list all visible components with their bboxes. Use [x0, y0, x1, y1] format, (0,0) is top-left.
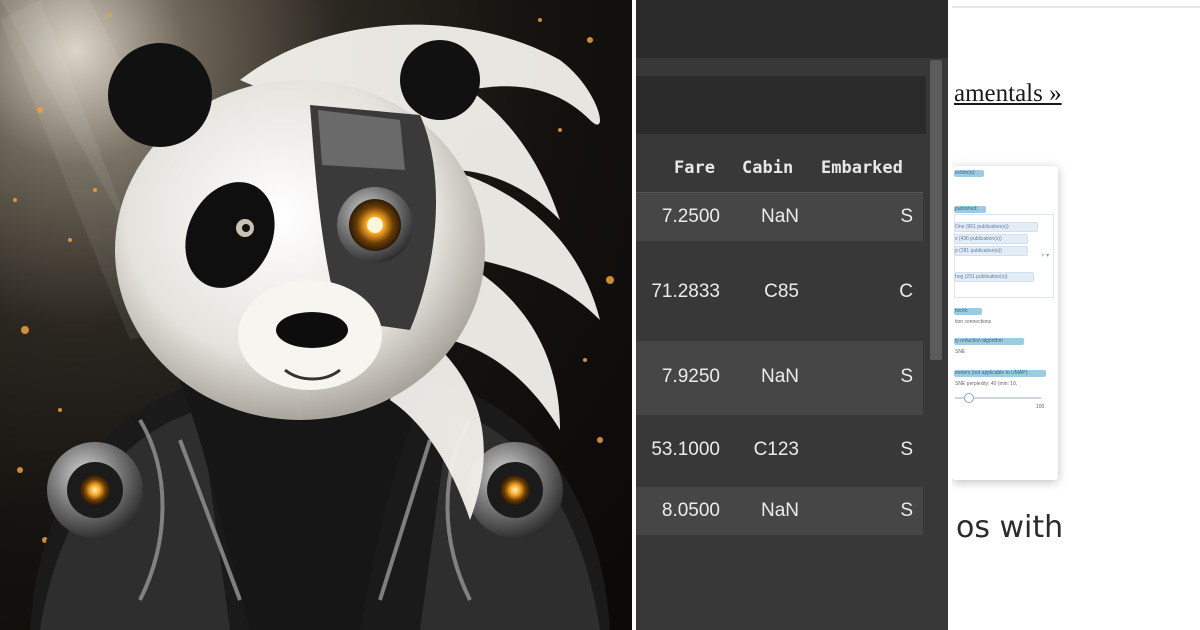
table-row: 53.1000 C123 S [636, 415, 923, 485]
cell-cabin: NaN [760, 366, 799, 387]
published-label: published: [955, 206, 978, 212]
cell-embarked: S [900, 366, 913, 387]
cell-embarked: C [899, 281, 913, 302]
publication-pill[interactable]: One (961 publication(s)) [954, 222, 1038, 232]
cell-cabin: NaN [760, 206, 799, 227]
panda-illustration [0, 0, 614, 630]
column-header-embarked: Embarked [821, 158, 903, 178]
fundamentals-link[interactable]: amentals » [954, 80, 1062, 108]
column-header-cabin: Cabin [742, 158, 794, 178]
params-label: meters (not applicable to UMAP): [955, 370, 1029, 376]
network-label: twork: [955, 308, 969, 314]
vertical-scrollbar[interactable] [930, 60, 942, 360]
publication-pill[interactable]: s (436 publication(s)) [954, 234, 1028, 244]
slider-max-label: 100 [1036, 404, 1045, 410]
params-value: SNE perplexity: 40 (min: 10, [955, 381, 1018, 387]
cell-embarked: S [900, 206, 913, 227]
cell-fare: 7.2500 [661, 206, 720, 227]
cell-cabin: C85 [764, 281, 799, 302]
cell-embarked: S [900, 439, 913, 460]
cell-cabin: C123 [753, 439, 799, 460]
cell-fare: 71.2833 [651, 281, 720, 302]
settings-card-screenshot: ection(s): published: One (961 publicati… [952, 166, 1058, 480]
notebook-cell-bar [636, 76, 926, 134]
table-row: 8.0500 NaN S [636, 487, 923, 535]
cell-fare: 53.1000 [651, 439, 720, 460]
table-row: 7.2500 NaN S [636, 193, 923, 241]
network-value: tion connections [955, 319, 992, 325]
dataframe-output-panel: Fare Cabin Embarked 7.2500 NaN S 71.2833… [636, 0, 948, 630]
publication-pill[interactable]: hog (231 publication(s)) [954, 272, 1034, 282]
cell-embarked: S [900, 500, 913, 521]
section-heading-fragment: os with [956, 510, 1064, 545]
publication-pill[interactable]: p (281 publication(s)) [954, 246, 1028, 256]
table-row: 7.9250 NaN S [636, 341, 923, 415]
slider-handle[interactable] [964, 393, 974, 403]
algorithm-value: SNE [955, 349, 966, 355]
top-border [952, 6, 1200, 8]
more-options-icon[interactable]: × ▾ [1041, 252, 1049, 259]
column-header-fare: Fare [674, 158, 715, 178]
table-row: 71.2833 C85 C [636, 241, 923, 341]
cell-fare: 7.9250 [661, 366, 720, 387]
panda-cyborg-artwork [0, 0, 632, 630]
notebook-toolbar [636, 0, 948, 58]
algorithm-label: ty reduction algorithm [955, 338, 1003, 344]
cell-cabin: NaN [760, 500, 799, 521]
selection-label: ection(s): [955, 170, 976, 176]
article-panel: amentals » ection(s): published: One (96… [952, 0, 1200, 630]
cell-fare: 8.0500 [661, 500, 720, 521]
